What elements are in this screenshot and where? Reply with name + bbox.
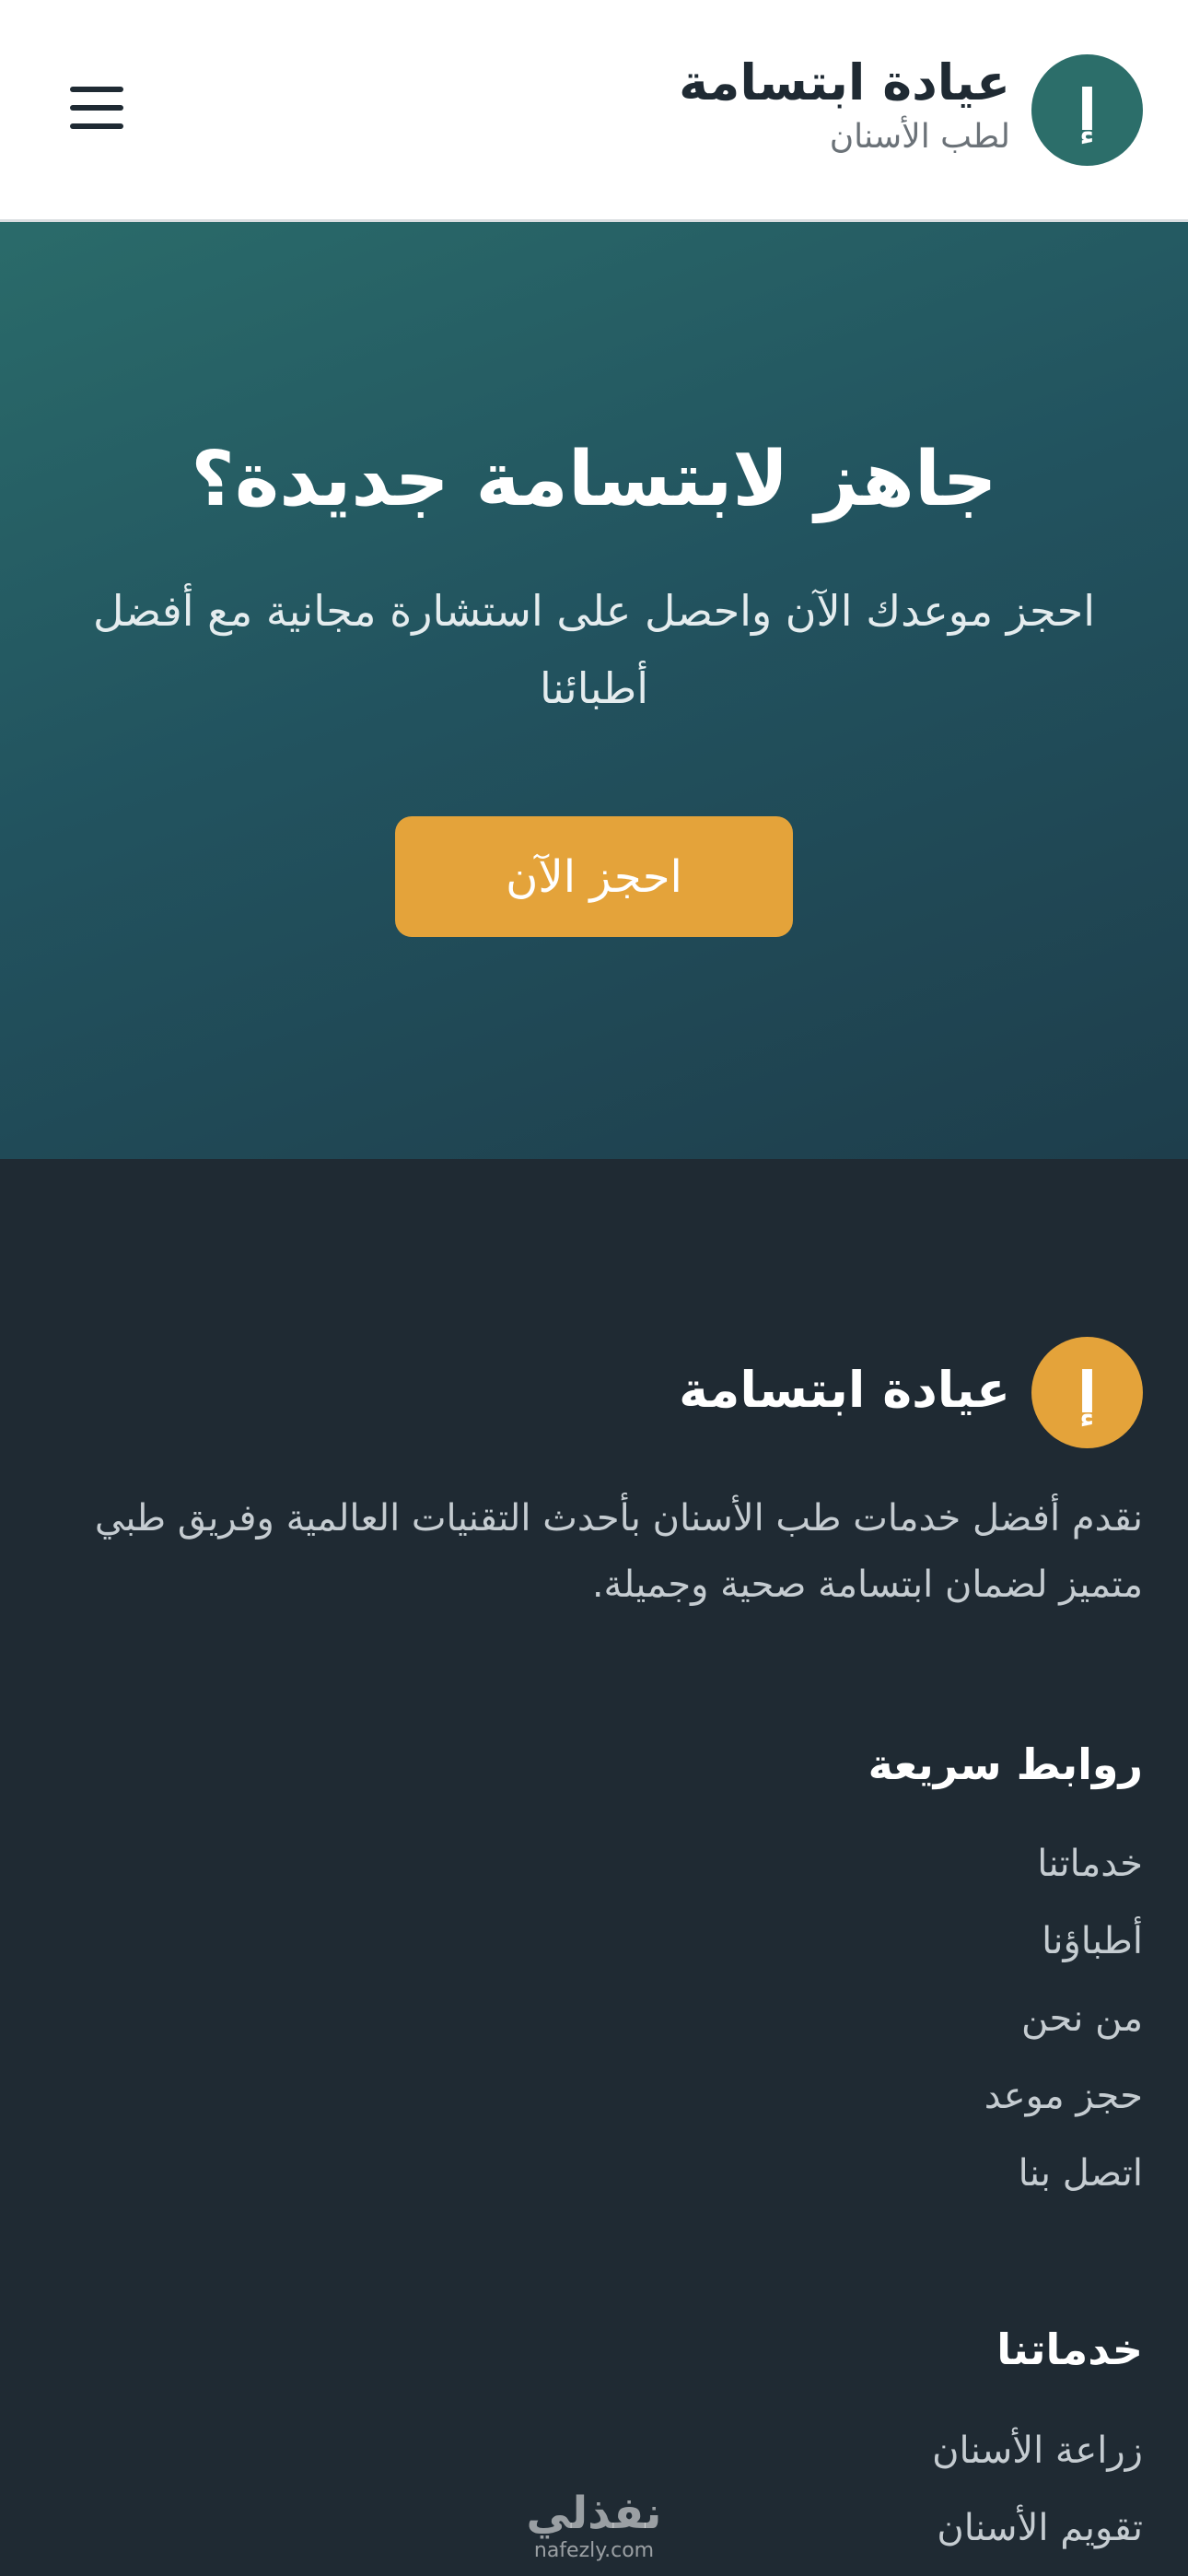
quick-link-services[interactable]: خدماتنا	[984, 1836, 1143, 1914]
nafezly-watermark: نفذلي nafezly.com	[520, 2488, 668, 2563]
quick-link-about[interactable]: من نحن	[984, 1991, 1143, 2068]
quick-link-contact[interactable]: اتصل بنا	[984, 2146, 1143, 2223]
watermark-arabic: نفذلي	[526, 2488, 662, 2539]
footer-logo-glyph: إ	[1077, 1359, 1098, 1426]
brand-subtitle: لطب الأسنان	[829, 118, 1010, 156]
site-footer: إ عيادة ابتسامة نقدم أفضل خدمات طب الأسن…	[0, 1159, 1188, 2576]
footer-brand: عيادة ابتسامة	[679, 1361, 1010, 1419]
hero-section: جاهز لابتسامة جديدة؟ احجز موعدك الآن واح…	[0, 222, 1188, 1159]
services-list: زراعة الأسنان تقويم الأسنان	[932, 2423, 1143, 2576]
hero-text: احجز موعدك الآن واحصل على استشارة مجانية…	[92, 586, 1096, 713]
quick-links-heading: روابط سريعة	[868, 1739, 1143, 1789]
footer-logo-badge: إ	[1031, 1337, 1143, 1448]
quick-links-list: خدماتنا أطباؤنا من نحن حجز موعد اتصل بنا	[984, 1836, 1143, 2223]
brand-title[interactable]: عيادة ابتسامة	[679, 53, 1010, 111]
quick-link-booking[interactable]: حجز موعد	[984, 2068, 1143, 2146]
services-heading: خدماتنا	[996, 2324, 1143, 2374]
logo-badge[interactable]: إ	[1031, 54, 1143, 166]
hero-title: جاهز لابتسامة جديدة؟	[191, 436, 997, 523]
hamburger-menu-icon[interactable]	[70, 87, 123, 129]
watermark-latin: nafezly.com	[533, 2539, 655, 2562]
site-header: إ عيادة ابتسامة لطب الأسنان	[0, 0, 1188, 222]
service-link-orthodontics[interactable]: تقويم الأسنان	[932, 2500, 1143, 2576]
menu-bar	[70, 105, 123, 111]
menu-bar	[70, 87, 123, 92]
book-now-button[interactable]: احجز الآن	[395, 816, 793, 937]
service-link-implants[interactable]: زراعة الأسنان	[932, 2423, 1143, 2500]
footer-description: نقدم أفضل خدمات طب الأسنان بأحدث التقنيا…	[94, 1497, 1143, 1606]
menu-bar	[70, 123, 123, 129]
logo-glyph: إ	[1077, 76, 1098, 144]
quick-link-doctors[interactable]: أطباؤنا	[984, 1914, 1143, 1991]
